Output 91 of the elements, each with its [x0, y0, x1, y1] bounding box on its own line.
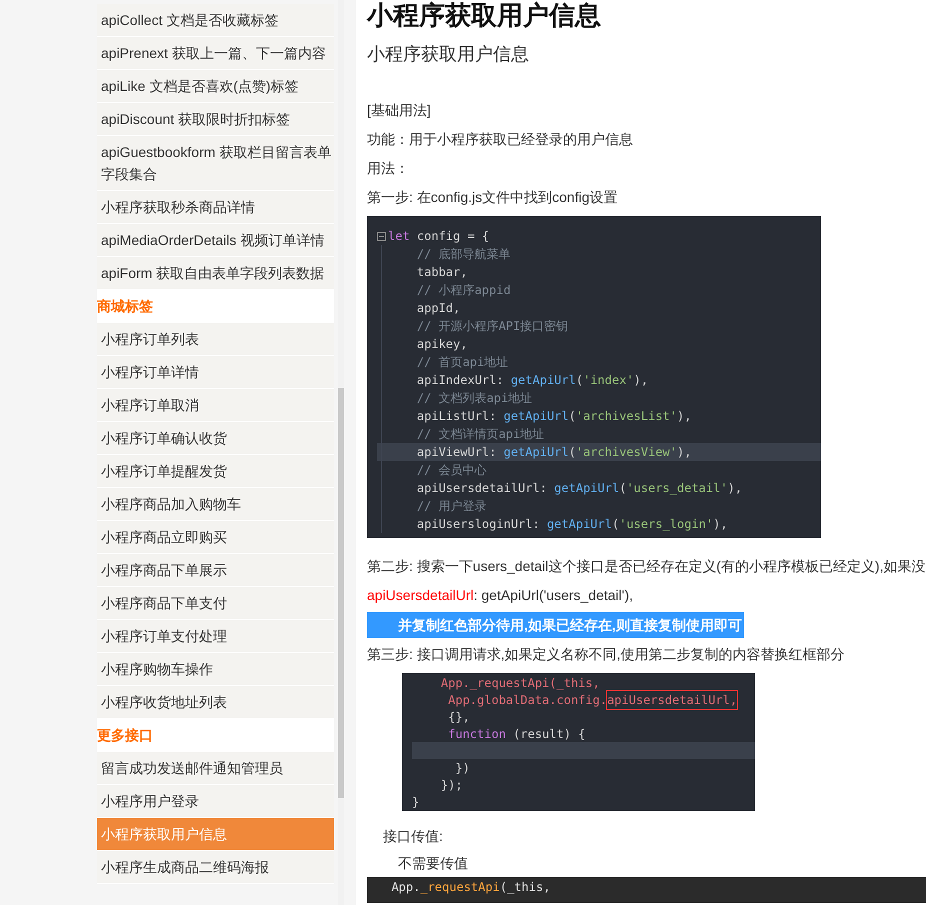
sidebar-link[interactable]: apiForm 获取自由表单字段列表数据 — [97, 257, 334, 290]
code-text: // 会员中心 — [416, 462, 487, 479]
sidebar-link[interactable]: 留言成功发送邮件通知管理员 — [97, 752, 334, 785]
code-text: // 小程序appid — [416, 282, 511, 299]
scrollbar[interactable] — [338, 0, 344, 905]
code-text: (result) { — [512, 726, 586, 742]
article-title: 小程序获取用户信息 — [367, 0, 602, 30]
code-text: // 文档详情页api地址 — [416, 426, 544, 443]
code-text: ( — [619, 480, 626, 497]
code-text: apiIndexUrl: — [416, 372, 505, 389]
sidebar-link[interactable]: 小程序商品下单展示 — [97, 554, 334, 587]
code-text: apiViewUrl: — [416, 444, 498, 461]
sidebar-link[interactable]: 小程序商品加入购物车 — [97, 488, 334, 521]
paragraph: 第二步: 搜索一下users_detail这个接口是否已经存在定义(有的小程序模板已经定义),如果没 — [367, 557, 926, 576]
code-text: getApiUrl — [546, 516, 612, 533]
sidebar-link[interactable]: 小程序生成商品二维码海报 — [97, 851, 334, 884]
paragraph: 第三步: 接口调用请求,如果定义名称不同,使用第二步复制的内容替换红框部分 — [367, 645, 846, 664]
sidebar-link[interactable]: 小程序购物车操作 — [97, 653, 334, 686]
code-text: getApiUrl — [504, 408, 569, 425]
code-text: // 文档列表api地址 — [416, 390, 532, 407]
code-text: ( — [568, 408, 576, 425]
scrollbar-thumb[interactable] — [338, 388, 344, 798]
code-text: apiUsersloginUrl: — [416, 516, 541, 533]
code-text: 'archivesView' — [576, 444, 678, 461]
sidebar-link[interactable]: 小程序订单提醒发货 — [97, 455, 334, 488]
code-text: App. — [390, 879, 420, 896]
code-text: ), — [634, 372, 648, 389]
paragraph: 功能：用于小程序获取已经登录的用户信息 — [367, 130, 634, 149]
section-heading: 更多接口 — [97, 719, 334, 752]
sidebar-link[interactable]: apiLike 文档是否喜欢(点赞)标签 — [97, 70, 334, 103]
code-text: ), — [728, 480, 742, 497]
code-text: } — [412, 794, 420, 810]
code-term: apiUsersdetailUrl — [367, 587, 474, 603]
code-text: function — [447, 726, 506, 742]
code-text: }); — [440, 776, 463, 794]
code-text: getApiUrl — [504, 444, 569, 461]
code-text: 'archivesList' — [576, 408, 678, 425]
code-text: let — [388, 228, 410, 245]
code-text: ( — [612, 516, 620, 533]
code-text: getApiUrl — [554, 480, 620, 497]
code-text: (_this, — [500, 879, 550, 896]
paragraph: 第一步: 在config.js文件中找到config设置 — [367, 188, 618, 207]
code-text: ), — [713, 516, 728, 533]
sidebar-link[interactable]: 小程序商品下单支付 — [97, 587, 334, 620]
sidebar-link[interactable]: 小程序订单取消 — [97, 389, 334, 422]
code-text: 'users_login' — [619, 516, 714, 533]
code-text: {}, — [447, 708, 470, 726]
sidebar-link[interactable]: 小程序商品立即购买 — [97, 521, 334, 554]
code-text: 'index' — [583, 372, 634, 389]
code-text: ), — [677, 444, 692, 461]
code-text: _requestApi — [420, 879, 500, 896]
highlighted-text: 并复制红色部分待用,如果已经存在,则直接复制使用即可 — [367, 612, 744, 638]
code-text: apiUsersdetailUrl, — [607, 690, 738, 708]
code-text: ( — [576, 372, 584, 389]
paragraph: [基础用法] — [367, 101, 432, 120]
sidebar-link[interactable]: apiCollect 文档是否收藏标签 — [97, 4, 334, 37]
code-text: // 首页api地址 — [416, 354, 508, 371]
fold-icon[interactable] — [377, 232, 386, 240]
article-subtitle: 小程序获取用户信息 — [367, 43, 530, 66]
code-text: // 底部导航菜单 — [416, 246, 511, 263]
sidebar-link[interactable]: 小程序订单确认收货 — [97, 422, 334, 455]
code-text: // 用户登录 — [416, 498, 487, 515]
code-text: apikey, — [416, 336, 468, 353]
sidebar-link[interactable]: 小程序用户登录 — [97, 785, 334, 818]
code-text: getApiUrl — [510, 372, 576, 389]
code-text: }) — [454, 760, 470, 776]
paragraph: 用法： — [367, 159, 410, 178]
code-text: apiUsersdetailUrl: — [416, 480, 548, 497]
code-text: tabbar, — [416, 264, 468, 281]
code-text: ), — [677, 408, 692, 425]
code-text: config = { — [416, 228, 490, 245]
sidebar-link[interactable]: 小程序获取秒杀商品详情 — [97, 191, 334, 224]
code-text: App._requestApi(_this, — [440, 674, 600, 692]
paragraph: 不需要传值 — [397, 854, 469, 873]
section-heading: 商城标签 — [97, 290, 334, 323]
sidebar-link[interactable]: 小程序收货地址列表 — [97, 686, 334, 719]
sidebar-link[interactable]: apiMediaOrderDetails 视频订单详情 — [97, 224, 334, 257]
code-text: apiListUrl: — [416, 408, 498, 425]
code-text: ( — [568, 444, 576, 461]
code-text: 'users_detail' — [626, 480, 728, 497]
sidebar-link[interactable]: apiPrenext 获取上一篇、下一篇内容 — [97, 37, 334, 70]
sidebar-link[interactable]: 小程序订单列表 — [97, 323, 334, 356]
sidebar-link[interactable]: 小程序订单详情 — [97, 356, 334, 389]
sidebar-link[interactable]: apiDiscount 获取限时折扣标签 — [97, 103, 334, 136]
code-text: // 开源小程序API接口密钥 — [416, 318, 568, 335]
paragraph: 接口传值: — [382, 827, 444, 846]
code-text: appId, — [416, 300, 460, 317]
code-text: App.globalData.config. — [447, 692, 608, 708]
sidebar-link[interactable]: 小程序订单支付处理 — [97, 620, 334, 653]
sidebar-link[interactable]: apiGuestbookform 获取栏目留言表单字段集合 — [97, 136, 334, 191]
code-snippet: : getApiUrl('users_detail'), — [474, 587, 634, 603]
